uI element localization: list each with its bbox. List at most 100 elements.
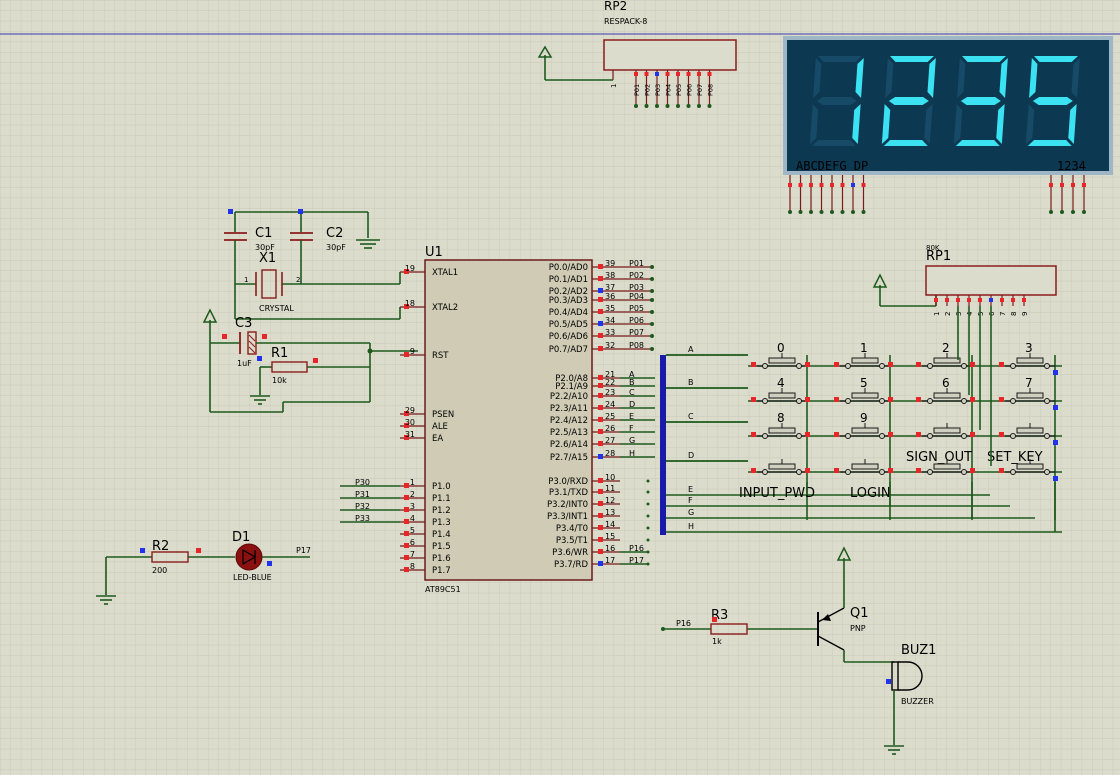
rp2-pin-label: P03 — [654, 84, 662, 96]
u1-pin-marker — [404, 483, 409, 488]
u1-pin-name: P0.3/AD3 — [549, 296, 588, 306]
rp2-pin-junction — [707, 104, 712, 108]
u1-pin-marker — [598, 441, 603, 446]
display-segment — [1032, 97, 1073, 105]
u1-pin-name: P0.4/AD4 — [549, 308, 588, 318]
rp1-pin-label: 1 — [933, 312, 941, 316]
u1-pin-number: 16 — [605, 544, 615, 553]
key-label: LOGIN — [850, 486, 891, 501]
u1-pin-junction — [650, 310, 654, 314]
x1-pin2: 2 — [296, 276, 300, 284]
rp2-pin-marker — [655, 72, 659, 76]
rp1-pin-marker — [1011, 298, 1015, 302]
u1-pin-number: 32 — [605, 341, 615, 350]
u1-pin-end — [646, 490, 650, 494]
u1-pin-end — [646, 479, 650, 483]
u1-pin-number: 30 — [405, 418, 415, 427]
rp1-pin-marker — [934, 298, 938, 302]
schematic-canvas[interactable]: RP2 RESPACK-8 1 P01 P02 P03 P04 P05 P06 P07 P08… — [0, 0, 1120, 775]
display-pin-junction — [809, 210, 813, 214]
display-segment — [816, 97, 857, 105]
rp2-ref: RP2 — [604, 0, 627, 13]
key-label: 3 — [1025, 341, 1033, 355]
display-segment — [888, 97, 929, 105]
u1-pin-number: 7 — [410, 550, 415, 559]
c2-value: 30pF — [326, 243, 346, 252]
rp1-pin-label: 6 — [988, 311, 996, 316]
rp2-value: RESPACK-8 — [604, 17, 647, 26]
rp1-pin-label: 5 — [977, 312, 985, 316]
u1-pin-name: P3.7/RD — [554, 560, 588, 570]
u1-pin-marker — [404, 352, 409, 357]
display-pin-marker — [809, 183, 813, 187]
display-pin-marker — [851, 183, 855, 187]
u1-pin-marker — [598, 501, 603, 506]
rp2-pin-label: P05 — [675, 84, 683, 96]
u1-pin-number: 26 — [605, 424, 615, 433]
display-pin-marker — [1071, 183, 1075, 187]
u1-pin-name: XTAL2 — [432, 303, 458, 313]
display-pin-marker — [830, 183, 834, 187]
rp2-pin-junction — [644, 104, 649, 108]
c3-value: 1uF — [237, 359, 252, 368]
display-segment — [1027, 140, 1072, 146]
u1-pin-end — [646, 538, 650, 542]
u1-pin-name: P3.2/INT0 — [547, 500, 588, 510]
rp1-pin-label: 9 — [1021, 312, 1029, 316]
u1-pin-number: 3 — [410, 502, 415, 511]
rp1-pin-label: 3 — [955, 312, 963, 316]
u1-part: AT89C51 — [425, 585, 461, 594]
rp1-pin-label: 2 — [944, 312, 952, 316]
u1-pin-junction — [650, 289, 654, 293]
u1-pin-name: P2.6/A14 — [550, 440, 588, 450]
u1-pin-number: 8 — [410, 562, 415, 571]
key-label: 8 — [777, 411, 785, 425]
u1-pin-junction — [650, 347, 654, 351]
u1-pin-name: P2.2/A10 — [550, 392, 588, 402]
u1-pin-marker — [598, 333, 603, 338]
display-pin-junction — [798, 210, 803, 214]
u1-pin-marker — [404, 543, 409, 548]
u1-pin-marker — [598, 264, 603, 269]
bus-net-label: F — [688, 496, 693, 505]
key-label: 5 — [860, 376, 868, 390]
rp1-pin-marker — [945, 298, 949, 302]
rp1-pin-label: 4 — [966, 311, 974, 316]
rp2-pin-label: P01 — [633, 84, 641, 96]
bus-net-label: C — [688, 412, 694, 421]
u1-pin-number: 10 — [605, 473, 615, 482]
u1-pin-number: 6 — [410, 538, 415, 547]
u1-pin-marker — [598, 525, 603, 530]
rp2-pin-junction — [697, 104, 701, 108]
q1-value: PNP — [850, 624, 866, 633]
rp2-pin-junction — [686, 104, 691, 108]
u1-pin-name: P0.6/AD6 — [549, 332, 588, 342]
u1-pin-marker — [598, 321, 603, 326]
r1-value: 10k — [272, 376, 287, 385]
u1-pin-marker — [598, 513, 603, 518]
u1-pin-marker — [404, 531, 409, 536]
display-pin-junction — [861, 210, 866, 214]
u1-pin-junction — [650, 298, 654, 302]
u1-pin-number: 5 — [410, 526, 415, 535]
u1-pin-name: P0.0/AD0 — [549, 263, 588, 273]
u1-pin-number: 1 — [410, 478, 415, 487]
u1-pin-marker — [598, 405, 603, 410]
u1-pin-name: ALE — [432, 422, 448, 432]
rp2-pin-label: P02 — [644, 84, 652, 96]
display-pin-marker — [819, 183, 824, 187]
key-label: 6 — [942, 376, 950, 390]
u1-pin-number: 2 — [410, 490, 415, 499]
u1-pin-junction — [650, 277, 654, 281]
u1-pin-marker — [598, 383, 603, 388]
x1-pin1: 1 — [244, 276, 248, 284]
bus-net-label: E — [688, 485, 693, 494]
u1-pin-name: P3.4/T0 — [556, 524, 588, 534]
u1-pin-number: 22 — [605, 378, 615, 387]
buz1-ref: BUZ1 — [901, 643, 936, 658]
r3-value: 1k — [712, 637, 722, 646]
key-label: SIGN_OUT — [906, 450, 972, 465]
u1-pin-name: P1.3 — [432, 518, 451, 528]
r1-ref: R1 — [271, 346, 288, 361]
u1-pin-name: P2.5/A13 — [550, 428, 588, 438]
